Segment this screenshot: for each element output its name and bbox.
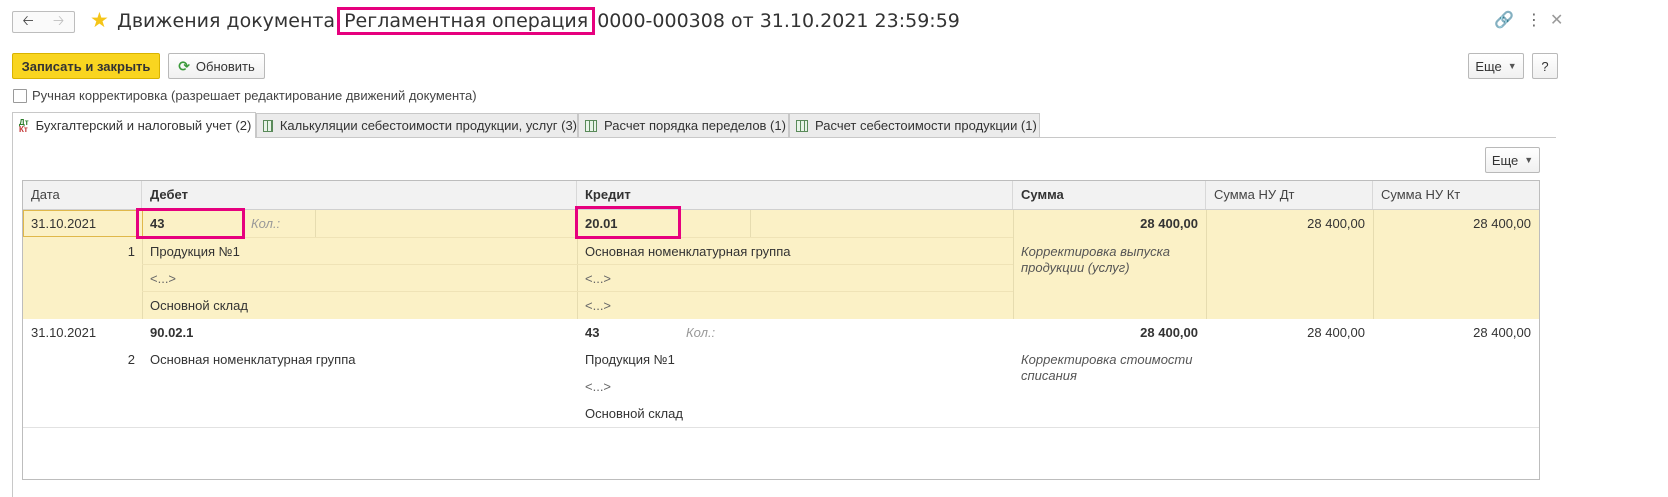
tab-label: Калькуляции себестоимости продукции, усл… bbox=[279, 118, 577, 133]
forward-button[interactable]: 🡢 bbox=[43, 11, 75, 33]
debit-subconto-3[interactable]: Основной склад bbox=[150, 298, 248, 314]
save-close-label: Записать и закрыть bbox=[21, 58, 151, 74]
debit-highlight-box bbox=[136, 208, 245, 239]
credit-subconto-3[interactable]: <...> bbox=[585, 298, 611, 314]
column-header-amount-nu-dt[interactable]: Сумма НУ Дт bbox=[1206, 181, 1373, 209]
more-label: Еще bbox=[1475, 58, 1502, 74]
manual-edit-label: Ручная корректировка (разрешает редактир… bbox=[32, 88, 477, 103]
entry-content: Корректировка стоимости списания bbox=[1021, 352, 1193, 383]
save-close-button[interactable]: Записать и закрыть bbox=[12, 53, 160, 79]
column-header-amount[interactable]: Сумма bbox=[1013, 181, 1206, 209]
tab-label: Расчет себестоимости продукции (1) bbox=[815, 118, 1037, 133]
amount-nu-kt: 28 400,00 bbox=[1473, 325, 1531, 340]
credit-account[interactable]: 43 bbox=[585, 325, 599, 341]
column-header-date[interactable]: Дата bbox=[23, 181, 142, 209]
row-date: 31.10.2021 bbox=[31, 216, 97, 231]
refresh-label: Обновить bbox=[195, 58, 255, 74]
entries-table[interactable]: Дата Дебет Кредит Сумма Сумма НУ Дт Сумм… bbox=[22, 180, 1540, 480]
tab-processing-order[interactable]: Расчет порядка переделов (1) bbox=[578, 113, 789, 137]
amount-nu-kt: 28 400,00 bbox=[1473, 216, 1531, 231]
entry-content: Корректировка выпуска продукции (услуг) bbox=[1021, 244, 1171, 275]
link-icon[interactable]: 🔗 bbox=[1494, 12, 1514, 30]
debit-subconto-1[interactable]: Продукция №1 bbox=[150, 244, 240, 260]
back-button[interactable]: 🡠 bbox=[12, 11, 44, 33]
arrow-right-icon: 🡢 bbox=[52, 12, 65, 28]
star-icon[interactable]: ★ bbox=[90, 9, 109, 33]
tab-product-cost[interactable]: Расчет себестоимости продукции (1) bbox=[789, 113, 1040, 137]
column-header-credit[interactable]: Кредит bbox=[577, 181, 1013, 209]
credit-subconto-3[interactable]: Основной склад bbox=[585, 406, 683, 422]
chevron-down-icon: ▼ bbox=[1507, 61, 1517, 71]
amount-nu-dt: 28 400,00 bbox=[1307, 216, 1365, 231]
tab-accounting[interactable]: Дт Кт Бухгалтерский и налоговый учет (2) bbox=[12, 112, 256, 138]
help-button[interactable]: ? bbox=[1532, 53, 1558, 79]
credit-subconto-2[interactable]: <...> bbox=[585, 379, 611, 395]
debit-account[interactable]: 90.02.1 bbox=[150, 325, 193, 341]
column-header-amount-nu-kt[interactable]: Сумма НУ Кт bbox=[1373, 181, 1539, 209]
panel-more-label: Еще bbox=[1491, 152, 1519, 168]
credit-subconto-1[interactable]: Основная номенклатурная группа bbox=[585, 244, 791, 260]
amount: 28 400,00 bbox=[1140, 325, 1198, 340]
row-number: 2 bbox=[127, 352, 135, 367]
help-label: ? bbox=[1541, 58, 1549, 74]
tab-label: Бухгалтерский и налоговый учет (2) bbox=[35, 118, 252, 133]
tab-cost-calculation[interactable]: Калькуляции себестоимости продукции, усл… bbox=[256, 113, 578, 137]
manual-edit-checkbox[interactable] bbox=[13, 89, 27, 103]
title-suffix: 0000-000308 от 31.10.2021 23:59:59 bbox=[597, 10, 960, 32]
table-header: Дата Дебет Кредит Сумма Сумма НУ Дт Сумм… bbox=[23, 181, 1539, 210]
chevron-down-icon: ▼ bbox=[1524, 155, 1534, 165]
close-icon[interactable]: ✕ bbox=[1550, 12, 1563, 30]
table-icon bbox=[263, 119, 273, 132]
row-date: 31.10.2021 bbox=[31, 325, 97, 340]
more-vertical-icon[interactable]: ⋮ bbox=[1526, 12, 1542, 30]
tab-label: Расчет порядка переделов (1) bbox=[604, 118, 786, 133]
title-highlight: Регламентная операция bbox=[337, 7, 596, 35]
debit-subconto-1[interactable]: Основная номенклатурная группа bbox=[150, 352, 356, 368]
refresh-button[interactable]: ⟳ Обновить bbox=[168, 53, 265, 79]
debit-qty-label: Кол.: bbox=[251, 216, 281, 231]
refresh-icon: ⟳ bbox=[178, 57, 190, 74]
arrow-left-icon: 🡠 bbox=[22, 12, 34, 28]
row-number: 1 bbox=[127, 244, 135, 259]
panel-more-button[interactable]: Еще ▼ bbox=[1485, 147, 1540, 173]
title-prefix: Движения документа bbox=[117, 10, 336, 32]
dt-kt-icon: Дт Кт bbox=[19, 117, 29, 134]
page-title: Движения документа Регламентная операция 0… bbox=[117, 7, 960, 35]
table-icon bbox=[585, 119, 597, 132]
credit-qty-label: Кол.: bbox=[686, 325, 716, 340]
amount: 28 400,00 bbox=[1140, 216, 1198, 231]
credit-subconto-1[interactable]: Продукция №1 bbox=[585, 352, 675, 368]
credit-subconto-2[interactable]: <...> bbox=[585, 271, 611, 287]
more-button[interactable]: Еще ▼ bbox=[1468, 53, 1524, 79]
table-icon bbox=[796, 119, 808, 132]
debit-subconto-2[interactable]: <...> bbox=[150, 271, 176, 287]
credit-highlight-box bbox=[575, 206, 681, 239]
column-header-debit[interactable]: Дебет bbox=[142, 181, 577, 209]
amount-nu-dt: 28 400,00 bbox=[1307, 325, 1365, 340]
